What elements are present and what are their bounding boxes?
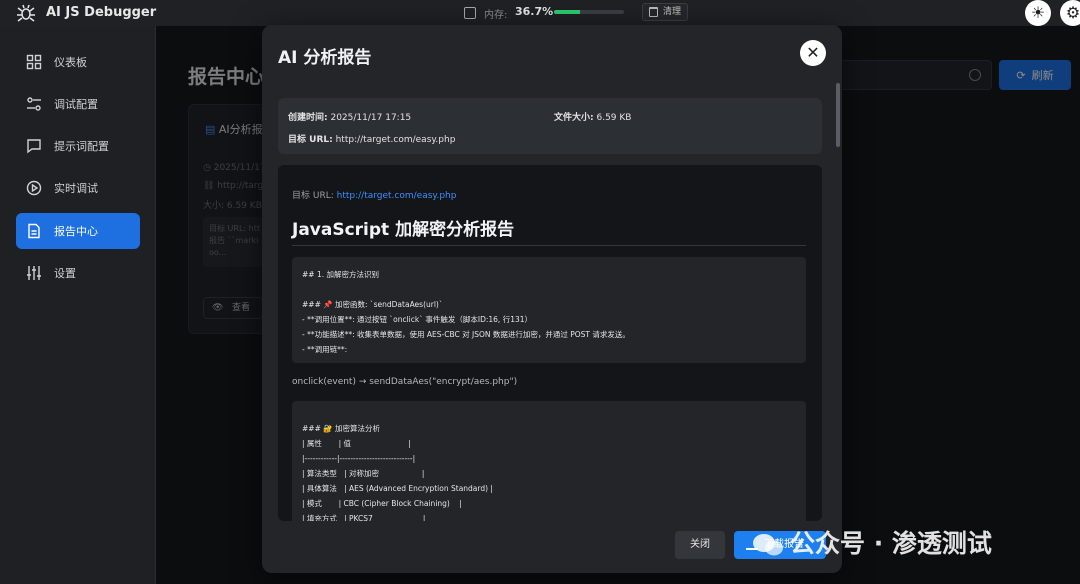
code-block-algorithm: ### 🔐 加密算法分析 | 属性 | 值 | |------------|--… [292, 401, 806, 521]
modal-title: AI 分析报告 [278, 48, 372, 68]
top-bar: AI JS Debugger 内存: 36.7% 清理 ☀ ⚙ [0, 0, 1080, 26]
close-icon: ✕ [806, 43, 820, 62]
memory-progress-fill [554, 10, 580, 14]
top-settings-button[interactable]: ⚙ [1060, 0, 1080, 26]
play-icon [26, 180, 42, 196]
sidebar-item-live-debug[interactable]: 实时调试 [16, 170, 140, 206]
wechat-icon [753, 534, 783, 556]
memory-label: 内存: [484, 10, 508, 21]
report-content: 目标 URL: http://target.com/easy.php JavaS… [278, 165, 822, 521]
target-url-link[interactable]: http://target.com/easy.php [337, 191, 457, 201]
memory-value: 36.7% [515, 5, 554, 18]
meta-created-time: 创建时间: 2025/11/17 17:15 [288, 113, 412, 123]
sidebar-item-debug-config[interactable]: 调试配置 [16, 86, 140, 122]
sidebar-item-label: 提示词配置 [54, 140, 109, 153]
sidebar-item-label: 调试配置 [54, 98, 98, 111]
theme-toggle-button[interactable]: ☀ [1025, 0, 1051, 26]
modal-close-button[interactable]: ✕ [800, 40, 826, 66]
sidebar-item-label: 报告中心 [54, 225, 98, 238]
report-target-url: 目标 URL: http://target.com/easy.php [292, 191, 457, 201]
call-chain-text: onclick(event) → sendDataAes("encrypt/ae… [292, 377, 518, 387]
trash-icon [649, 7, 658, 17]
meta-target-url: 目标 URL: http://target.com/easy.php [288, 135, 456, 145]
memory-icon [464, 7, 476, 19]
gear-icon: ⚙ [1065, 3, 1080, 22]
sidebar-item-label: 仪表板 [54, 56, 87, 69]
code-block-method: ## 1. 加解密方法识别 ### 📌 加密函数: `sendDataAes(u… [292, 257, 806, 363]
sliders-icon [27, 266, 41, 280]
sidebar-item-prompt-config[interactable]: 提示词配置 [16, 128, 140, 164]
sidebar-item-report-center[interactable]: 报告中心 [16, 213, 140, 249]
sidebar-item-label: 实时调试 [54, 182, 98, 195]
dashboard-icon [26, 54, 42, 70]
watermark: 公众号 · 渗透测试 [752, 524, 992, 560]
heading-divider [292, 245, 806, 246]
document-icon [28, 223, 40, 239]
config-icon [27, 97, 41, 111]
sun-icon: ☀ [1030, 3, 1046, 22]
sidebar-item-settings[interactable]: 设置 [16, 255, 140, 291]
sidebar: 仪表板 调试配置 提示词配置 实时调试 报告中心 设置 [0, 26, 156, 584]
app-title: AI JS Debugger [46, 5, 157, 20]
meta-file-size: 文件大小: 6.59 KB [554, 113, 632, 123]
report-heading: JavaScript 加解密分析报告 [292, 220, 515, 240]
memory-progress-bar [554, 10, 624, 14]
sidebar-item-label: 设置 [54, 267, 76, 280]
report-modal: AI 分析报告 ✕ 创建时间: 2025/11/17 17:15 文件大小: 6… [262, 25, 842, 573]
close-button[interactable]: 关闭 [675, 531, 725, 559]
chat-icon [27, 139, 41, 154]
report-meta-panel: 创建时间: 2025/11/17 17:15 文件大小: 6.59 KB 目标 … [278, 98, 822, 154]
sidebar-item-dashboard[interactable]: 仪表板 [16, 44, 140, 80]
modal-scrollbar[interactable] [836, 83, 840, 147]
clean-memory-button[interactable]: 清理 [642, 3, 689, 21]
bug-icon [17, 4, 35, 22]
clean-memory-label: 清理 [663, 7, 682, 17]
